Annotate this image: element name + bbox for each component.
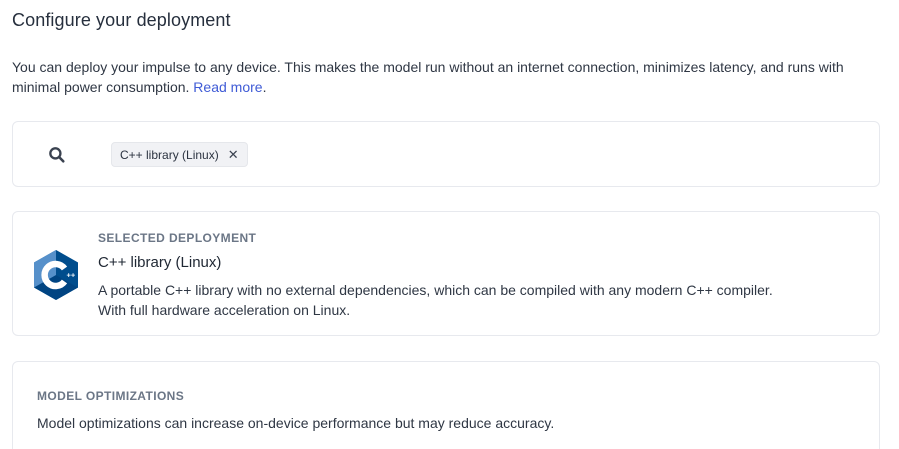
selected-deployment-chip: C++ library (Linux) ✕ (111, 142, 248, 167)
svg-text:++: ++ (67, 271, 76, 280)
selected-deployment-card: ++ SELECTED DEPLOYMENT C++ library (Linu… (12, 211, 880, 336)
selected-deployment-label: SELECTED DEPLOYMENT (98, 231, 257, 245)
model-optimizations-card: MODEL OPTIMIZATIONS Model optimizations … (12, 361, 880, 449)
deployment-description: A portable C++ library with no external … (98, 280, 858, 320)
search-icon (49, 147, 65, 163)
model-optimizations-description: Model optimizations can increase on-devi… (37, 415, 555, 431)
deployment-description-line: With full hardware acceleration on Linux… (98, 302, 351, 318)
deployment-search-bar[interactable]: C++ library (Linux) ✕ (12, 121, 880, 187)
model-optimizations-label: MODEL OPTIMIZATIONS (37, 389, 185, 403)
read-more-link[interactable]: Read more (193, 79, 262, 95)
cpp-logo-icon: ++ (34, 250, 78, 300)
deployment-name: C++ library (Linux) (98, 254, 222, 271)
close-icon[interactable]: ✕ (228, 148, 239, 161)
deployment-description-line: A portable C++ library with no external … (98, 282, 773, 298)
intro-text: You can deploy your impulse to any devic… (12, 59, 844, 95)
page-title: Configure your deployment (12, 10, 231, 30)
chip-label: C++ library (Linux) (120, 147, 219, 162)
